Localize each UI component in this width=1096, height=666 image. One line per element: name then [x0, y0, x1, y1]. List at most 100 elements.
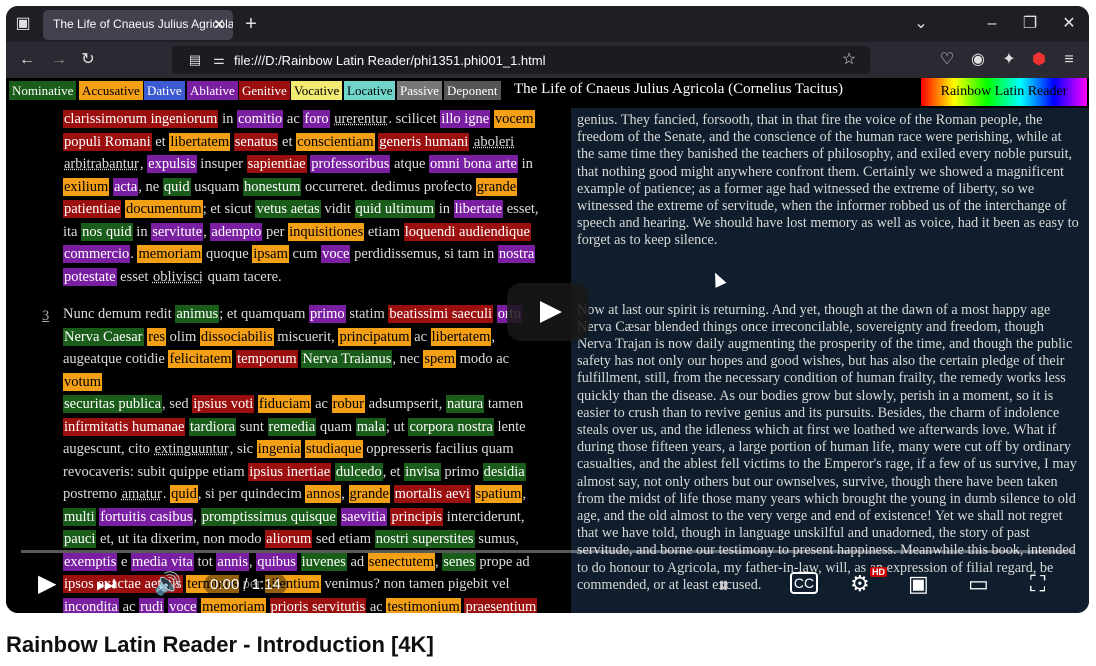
latin-word[interactable]: senatus: [233, 132, 279, 151]
latin-word[interactable]: libertate: [453, 200, 504, 218]
latin-word[interactable]: spatium: [474, 485, 523, 503]
latin-word[interactable]: quibus: [256, 552, 297, 571]
latin-word[interactable]: memoriam: [201, 597, 266, 613]
latin-word[interactable]: illo igne: [440, 110, 491, 128]
reload-icon[interactable]: ↻: [77, 50, 99, 70]
latin-word[interactable]: tardiora: [189, 417, 237, 436]
latin-word[interactable]: securitas publica: [63, 395, 163, 413]
settings-gear-icon[interactable]: ⚙: [850, 572, 870, 596]
latin-word[interactable]: mala: [355, 417, 386, 436]
latin-word[interactable]: libertatem: [430, 327, 492, 346]
latin-word[interactable]: senectutem: [367, 552, 436, 571]
latin-word[interactable]: fiduciam: [257, 395, 312, 413]
latin-word[interactable]: ingenia: [256, 440, 302, 458]
latin-word[interactable]: nostri superstites: [374, 530, 475, 548]
latin-word[interactable]: ipsius inertiae: [248, 462, 332, 481]
latin-word[interactable]: pauci: [63, 530, 97, 548]
latin-word[interactable]: quid: [170, 485, 198, 503]
latin-word[interactable]: res: [147, 327, 167, 346]
latin-word[interactable]: nos quid: [81, 222, 133, 241]
latin-word[interactable]: foro: [303, 110, 330, 128]
latin-word[interactable]: rudi: [139, 597, 165, 613]
miniplayer-icon[interactable]: ▣: [908, 572, 929, 596]
section-number-link[interactable]: 3: [42, 305, 49, 328]
latin-word[interactable]: quid: [162, 177, 191, 196]
latin-word[interactable]: Nerva Traianus: [301, 350, 393, 368]
latin-word[interactable]: dulcedo: [334, 462, 383, 481]
latin-word[interactable]: ipsius voti: [192, 395, 255, 413]
ublock-icon[interactable]: ⬢: [1028, 50, 1050, 70]
latin-word[interactable]: praesentium: [464, 597, 538, 613]
latin-word[interactable]: aliorum: [265, 530, 313, 548]
volume-icon[interactable]: 🔊: [154, 572, 181, 596]
latin-word[interactable]: aboleri: [473, 133, 515, 151]
latin-word[interactable]: incondita: [63, 597, 119, 613]
progress-bar[interactable]: [21, 550, 1074, 553]
play-button[interactable]: [507, 283, 589, 341]
latin-word[interactable]: senes: [442, 552, 476, 571]
latin-word[interactable]: testimonium: [386, 597, 461, 613]
latin-word[interactable]: annos: [305, 485, 342, 503]
close-tab-icon[interactable]: ✕: [213, 16, 225, 33]
latin-word[interactable]: patientiae: [63, 200, 122, 218]
latin-word[interactable]: grande: [348, 485, 390, 503]
latin-word[interactable]: professoribus: [310, 155, 391, 173]
latin-word[interactable]: voce: [321, 245, 351, 263]
address-bar[interactable]: ▤ ⚌ file:///D:/Rainbow Latin Reader/phi1…: [172, 46, 870, 74]
latin-word[interactable]: prioris servitutis: [269, 597, 367, 613]
account-icon[interactable]: ◉: [967, 50, 989, 70]
latin-word[interactable]: quid ultimum: [354, 200, 436, 218]
latin-word[interactable]: temporum: [236, 350, 298, 368]
latin-word[interactable]: potestate: [63, 267, 117, 286]
browser-tab[interactable]: The Life of Cnaeus Julius Agricola (C ✕: [43, 10, 233, 40]
latin-word[interactable]: principis: [390, 507, 444, 526]
latin-word[interactable]: mortalis aevi: [393, 485, 471, 503]
latin-word[interactable]: ipsam: [252, 245, 289, 263]
latin-word[interactable]: media vita: [131, 552, 194, 571]
latin-word[interactable]: fortuitis casibus: [99, 507, 194, 526]
latin-word[interactable]: annis: [216, 552, 250, 571]
brand-banner[interactable]: Rainbow Latin Reader: [921, 78, 1087, 106]
latin-word[interactable]: amatur: [121, 485, 163, 503]
latin-word[interactable]: omni bona arte: [429, 155, 518, 173]
latin-word[interactable]: memoriam: [137, 245, 203, 263]
latin-word[interactable]: extinguuntur: [154, 440, 230, 458]
latin-word[interactable]: remedia: [267, 417, 317, 436]
latin-word[interactable]: felicitatem: [168, 350, 233, 368]
latin-word[interactable]: grande: [475, 177, 518, 196]
latin-word[interactable]: conscientiam: [296, 132, 375, 151]
latin-word[interactable]: libertatem: [169, 132, 231, 151]
theater-mode-icon[interactable]: ▭: [968, 572, 989, 596]
latin-word[interactable]: natura: [445, 395, 485, 413]
latin-word[interactable]: documentum: [124, 200, 203, 218]
latin-word[interactable]: nostra: [497, 245, 536, 263]
latin-word[interactable]: Nerva Caesar: [63, 327, 144, 346]
tab-list-icon[interactable]: ▣: [12, 14, 34, 34]
chevron-down-icon[interactable]: ⌄: [910, 14, 932, 34]
play-icon[interactable]: ▶: [38, 572, 56, 596]
latin-word[interactable]: principatum: [338, 327, 411, 346]
latin-word[interactable]: desidia: [482, 462, 526, 481]
latin-word[interactable]: generis humani: [378, 132, 470, 151]
latin-word[interactable]: votum: [63, 372, 103, 391]
next-icon[interactable]: ⏭: [96, 572, 116, 596]
extensions-icon[interactable]: ✦: [998, 50, 1020, 70]
latin-word[interactable]: arbitrabantur: [63, 155, 140, 173]
page-info-icon[interactable]: ▤: [184, 50, 206, 70]
restore-icon[interactable]: ❐: [1019, 14, 1041, 34]
latin-word[interactable]: sapientiae: [246, 155, 307, 173]
latin-word[interactable]: expulsis: [147, 155, 197, 173]
menu-icon[interactable]: ≡: [1058, 50, 1080, 70]
latin-word[interactable]: acta: [112, 177, 139, 196]
permissions-icon[interactable]: ⚌: [208, 50, 230, 70]
latin-word[interactable]: populi Romani: [63, 132, 152, 151]
pocket-icon[interactable]: ♡: [936, 50, 958, 70]
latin-word[interactable]: clarissimorum ingeniorum: [63, 110, 219, 128]
new-tab-icon[interactable]: +: [240, 14, 262, 34]
latin-word[interactable]: animus: [175, 305, 220, 323]
latin-word[interactable]: robur: [331, 395, 366, 413]
bookmark-star-icon[interactable]: ☆: [838, 50, 860, 70]
latin-word[interactable]: spem: [423, 350, 456, 368]
latin-word[interactable]: oblivisci: [152, 268, 204, 286]
latin-word[interactable]: saevitia: [340, 507, 387, 526]
